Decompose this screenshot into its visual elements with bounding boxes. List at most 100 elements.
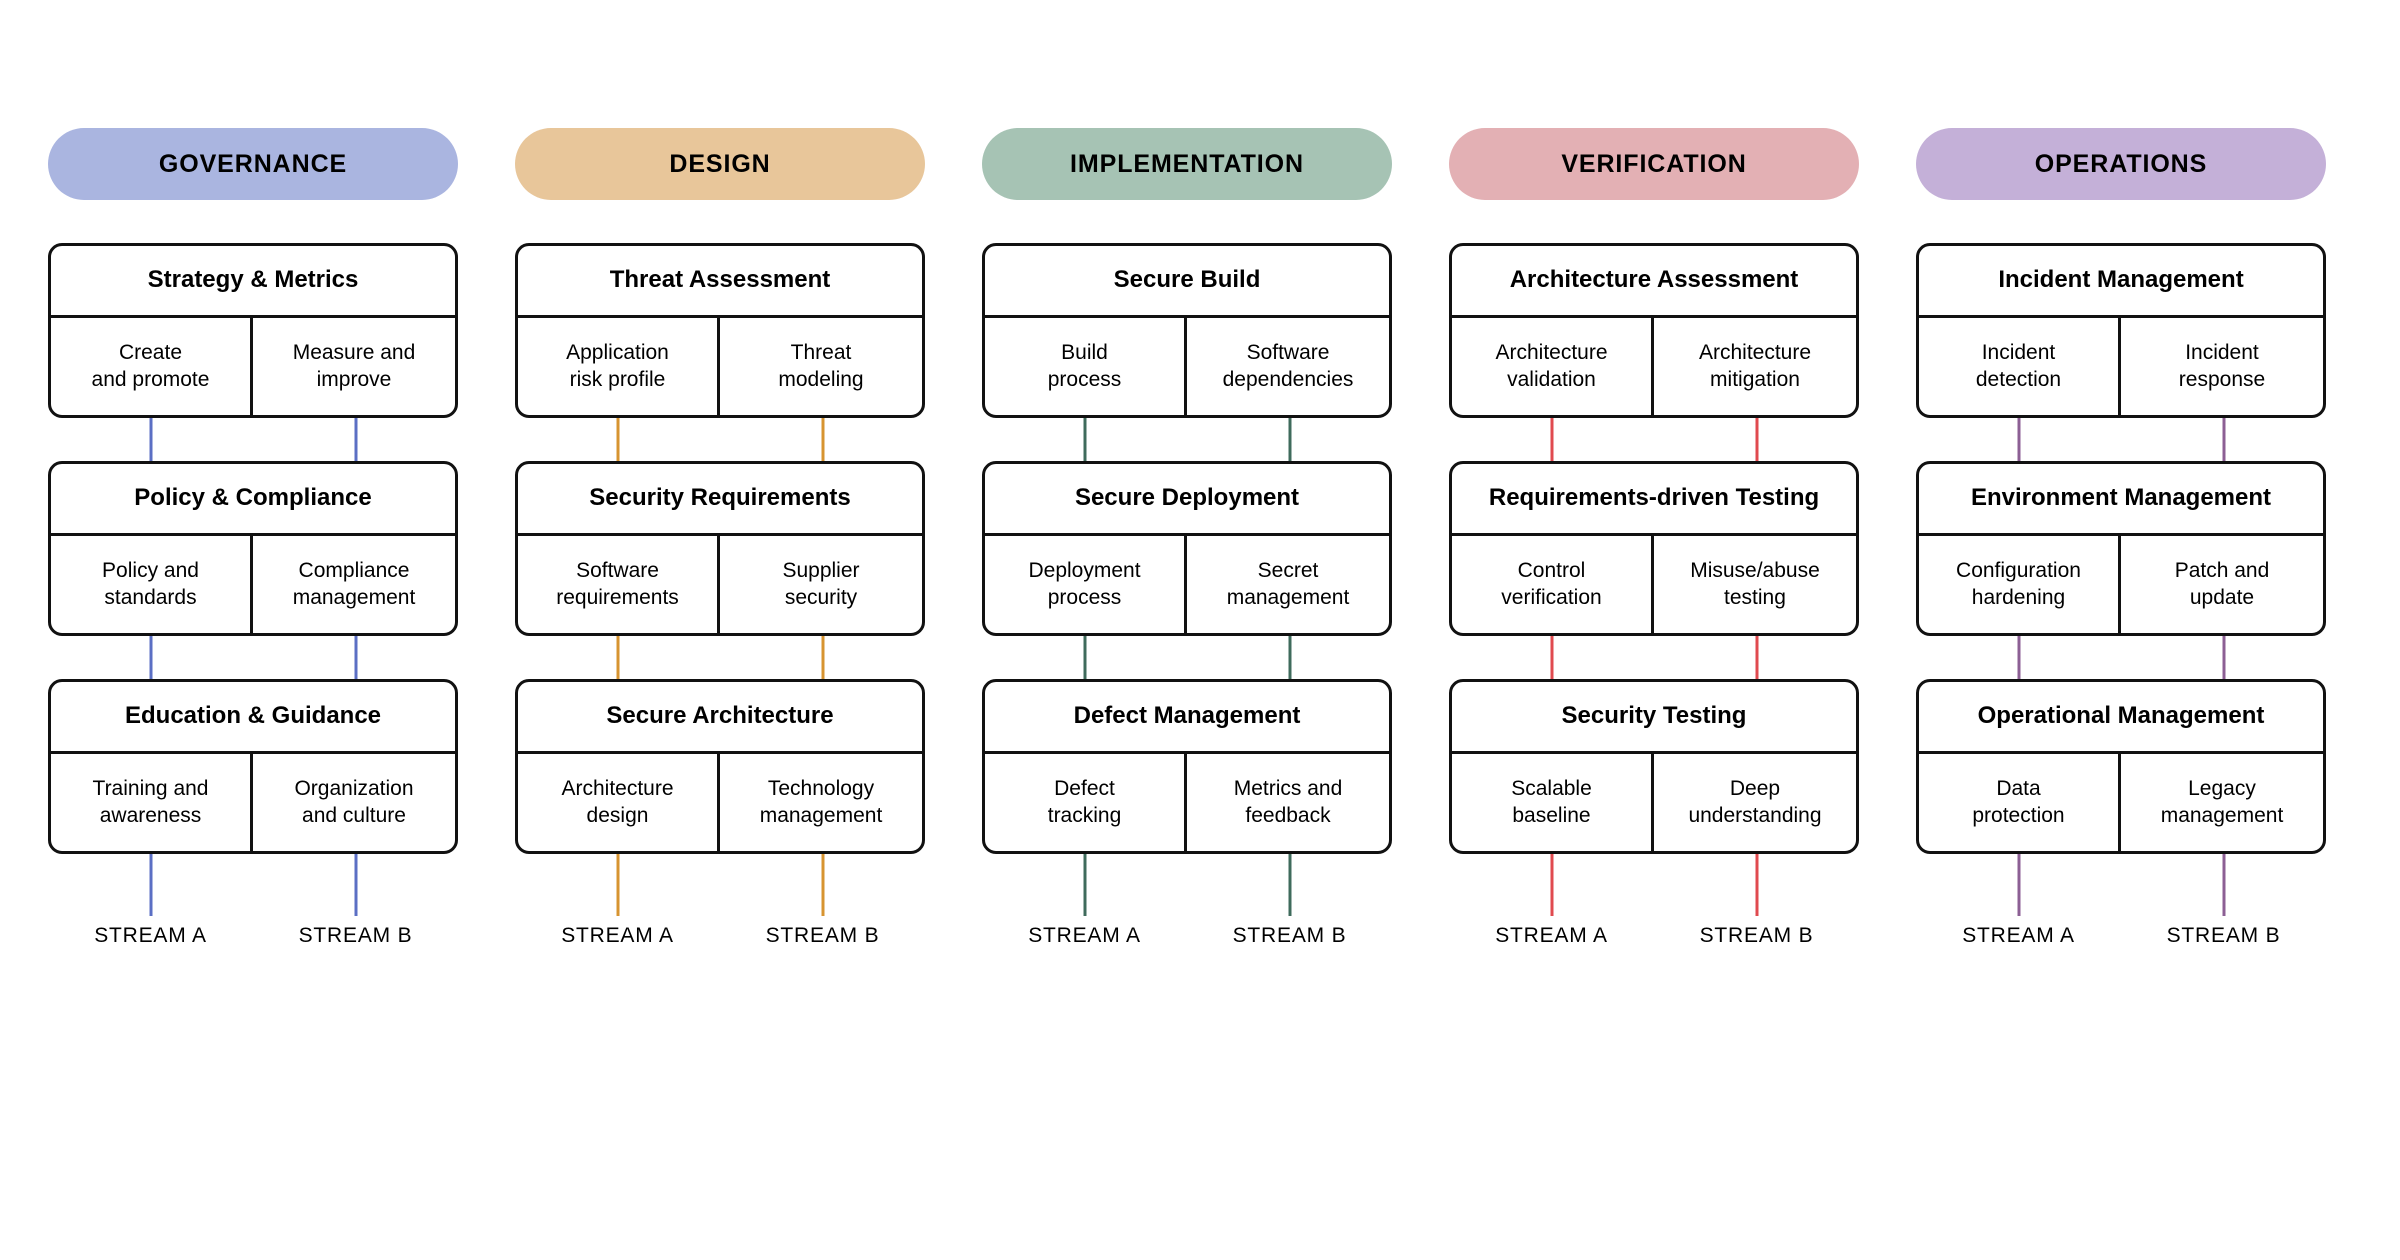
stream-connector-b xyxy=(821,418,824,461)
stream-a-activity[interactable]: Incident detection xyxy=(1919,318,2121,415)
business-function-label: IMPLEMENTATION xyxy=(1070,149,1304,178)
stream-connector-b xyxy=(2222,636,2225,679)
security-practice-card[interactable]: Architecture Assessment Architecture vali… xyxy=(1449,243,1859,418)
security-practice-title: Security Testing xyxy=(1452,682,1856,754)
business-function-design: DESIGN Threat Assessment Application risk … xyxy=(515,128,925,956)
practice-streams: Architecture validation Architecture miti… xyxy=(1452,318,1856,415)
security-practice-card[interactable]: Security Requirements Software requiremen… xyxy=(515,461,925,636)
business-function-header-implementation[interactable]: IMPLEMENTATION xyxy=(982,128,1392,200)
stream-b-label: STREAM B xyxy=(1232,924,1347,947)
stream-a-activity[interactable]: Architecture validation xyxy=(1452,318,1654,415)
stream-tail-connectors xyxy=(982,854,1392,916)
security-practice-card[interactable]: Operational Management Data protection Leg… xyxy=(1916,679,2326,854)
business-function-header-governance[interactable]: GOVERNANCE xyxy=(48,128,458,200)
stream-b-activity[interactable]: Architecture mitigation xyxy=(1654,318,1856,415)
business-function-operations: OPERATIONS Incident Management Incident de… xyxy=(1916,128,2326,956)
stream-a-label: STREAM A xyxy=(561,924,674,947)
stream-tail-connectors xyxy=(1916,854,2326,916)
stream-b-activity[interactable]: Compliance management xyxy=(253,536,455,633)
security-practice-card[interactable]: Education & Guidance Training and awarene… xyxy=(48,679,458,854)
stream-labels: STREAM A STREAM B xyxy=(1449,916,1859,956)
stream-connector-a xyxy=(616,854,619,916)
practice-streams: Configuration hardening Patch and update xyxy=(1919,536,2323,633)
practice-streams: Software requirements Supplier security xyxy=(518,536,922,633)
stream-a-label: STREAM A xyxy=(1028,924,1141,947)
connector-gap xyxy=(48,200,458,243)
business-function-label: OPERATIONS xyxy=(2034,149,2208,178)
connector-gap xyxy=(515,636,925,679)
stream-a-activity[interactable]: Software requirements xyxy=(518,536,720,633)
stream-a-activity[interactable]: Defect tracking xyxy=(985,754,1187,851)
stream-connector-b xyxy=(354,854,357,916)
business-function-implementation: IMPLEMENTATION Secure Build Build process S… xyxy=(982,128,1392,956)
practice-streams: Training and awareness Organization and c… xyxy=(51,754,455,851)
security-practice-title: Strategy & Metrics xyxy=(51,246,455,318)
samm-model-diagram: GOVERNANCE Strategy & Metrics Create and p… xyxy=(0,0,2400,1260)
stream-b-activity[interactable]: Secret management xyxy=(1187,536,1389,633)
practice-streams: Application risk profile Threat modeling xyxy=(518,318,922,415)
stream-a-activity[interactable]: Control verification xyxy=(1452,536,1654,633)
practice-streams: Incident detection Incident response xyxy=(1919,318,2323,415)
stream-a-activity[interactable]: Configuration hardening xyxy=(1919,536,2121,633)
security-practice-card[interactable]: Requirements-driven Testing Control verif… xyxy=(1449,461,1859,636)
stream-b-activity[interactable]: Incident response xyxy=(2121,318,2323,415)
stream-a-activity[interactable]: Application risk profile xyxy=(518,318,720,415)
connector-gap xyxy=(1449,418,1859,461)
security-practice-card[interactable]: Incident Management Incident detection Inc… xyxy=(1916,243,2326,418)
business-function-header-operations[interactable]: OPERATIONS xyxy=(1916,128,2326,200)
stream-a-activity[interactable]: Training and awareness xyxy=(51,754,253,851)
security-practice-card[interactable]: Environment Management Configuration hard… xyxy=(1916,461,2326,636)
stream-connector-a xyxy=(2017,636,2020,679)
stream-b-activity[interactable]: Technology management xyxy=(720,754,922,851)
stream-b-activity[interactable]: Measure and improve xyxy=(253,318,455,415)
stream-b-activity[interactable]: Organization and culture xyxy=(253,754,455,851)
stream-a-activity[interactable]: Create and promote xyxy=(51,318,253,415)
practice-streams: Create and promote Measure and improve xyxy=(51,318,455,415)
stream-connector-b xyxy=(821,854,824,916)
stream-a-activity[interactable]: Deployment process xyxy=(985,536,1187,633)
stream-connector-b xyxy=(1755,418,1758,461)
stream-b-activity[interactable]: Misuse/abuse testing xyxy=(1654,536,1856,633)
stream-connector-a xyxy=(1083,854,1086,916)
security-practice-title: Threat Assessment xyxy=(518,246,922,318)
stream-labels: STREAM A STREAM B xyxy=(515,916,925,956)
stream-b-activity[interactable]: Legacy management xyxy=(2121,754,2323,851)
security-practice-card[interactable]: Secure Deployment Deployment process Secre… xyxy=(982,461,1392,636)
stream-connector-b xyxy=(1288,854,1291,916)
stream-b-activity[interactable]: Software dependencies xyxy=(1187,318,1389,415)
stream-b-activity[interactable]: Patch and update xyxy=(2121,536,2323,633)
stream-a-label: STREAM A xyxy=(1495,924,1608,947)
business-function-columns: GOVERNANCE Strategy & Metrics Create and p… xyxy=(48,128,2352,956)
stream-b-activity[interactable]: Deep understanding xyxy=(1654,754,1856,851)
security-practice-card[interactable]: Secure Architecture Architecture design Te… xyxy=(515,679,925,854)
stream-connector-a xyxy=(149,636,152,679)
stream-connector-b xyxy=(354,418,357,461)
connector-gap xyxy=(515,200,925,243)
practice-streams: Defect tracking Metrics and feedback xyxy=(985,754,1389,851)
stream-a-activity[interactable]: Policy and standards xyxy=(51,536,253,633)
practice-streams: Policy and standards Compliance managemen… xyxy=(51,536,455,633)
stream-a-activity[interactable]: Scalable baseline xyxy=(1452,754,1654,851)
stream-b-activity[interactable]: Metrics and feedback xyxy=(1187,754,1389,851)
connector-gap xyxy=(1916,636,2326,679)
practice-streams: Data protection Legacy management xyxy=(1919,754,2323,851)
stream-b-label: STREAM B xyxy=(2166,924,2281,947)
security-practice-title: Policy & Compliance xyxy=(51,464,455,536)
security-practice-title: Education & Guidance xyxy=(51,682,455,754)
security-practice-card[interactable]: Threat Assessment Application risk profil… xyxy=(515,243,925,418)
security-practice-card[interactable]: Strategy & Metrics Create and promote Meas… xyxy=(48,243,458,418)
stream-connector-b xyxy=(1755,854,1758,916)
security-practice-card[interactable]: Defect Management Defect tracking Metrics … xyxy=(982,679,1392,854)
stream-b-label: STREAM B xyxy=(298,924,413,947)
stream-a-activity[interactable]: Build process xyxy=(985,318,1187,415)
stream-connector-a xyxy=(2017,854,2020,916)
stream-b-activity[interactable]: Supplier security xyxy=(720,536,922,633)
stream-a-activity[interactable]: Architecture design xyxy=(518,754,720,851)
business-function-header-verification[interactable]: VERIFICATION xyxy=(1449,128,1859,200)
stream-b-activity[interactable]: Threat modeling xyxy=(720,318,922,415)
security-practice-card[interactable]: Policy & Compliance Policy and standards C… xyxy=(48,461,458,636)
security-practice-card[interactable]: Secure Build Build process Software depend… xyxy=(982,243,1392,418)
stream-a-activity[interactable]: Data protection xyxy=(1919,754,2121,851)
business-function-header-design[interactable]: DESIGN xyxy=(515,128,925,200)
security-practice-card[interactable]: Security Testing Scalable baseline Deep un… xyxy=(1449,679,1859,854)
